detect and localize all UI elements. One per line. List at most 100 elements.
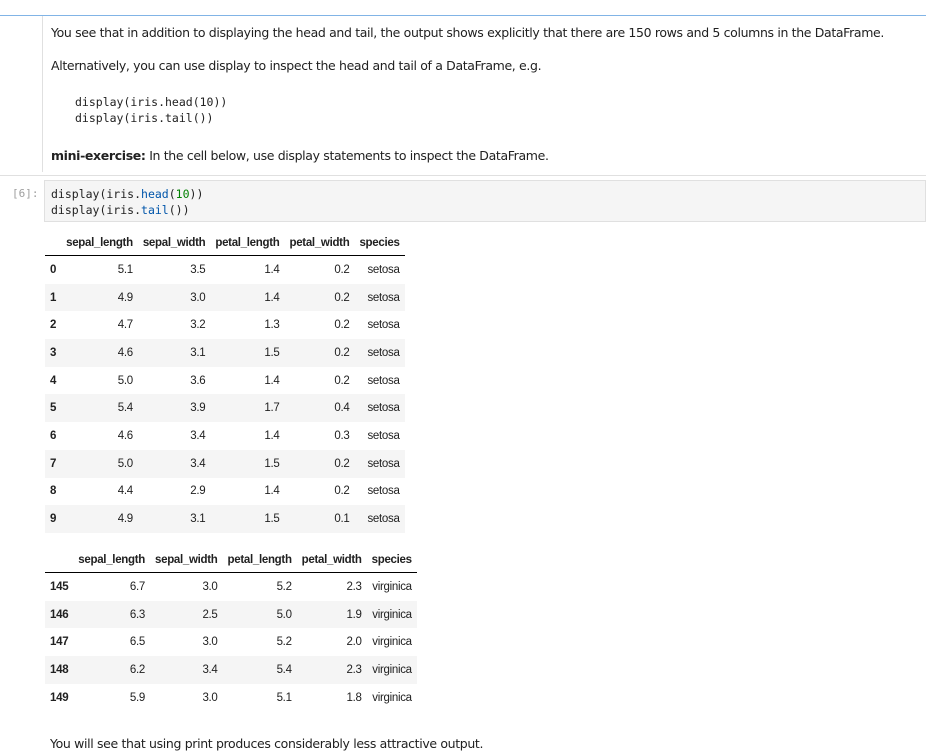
column-header: petal_length <box>222 548 297 573</box>
table-cell: 1.5 <box>264 457 280 470</box>
row-index: 8 <box>50 485 57 498</box>
row-index: 2 <box>50 319 57 332</box>
table-cell: 2.0 <box>346 636 362 649</box>
column-header: sepal_width <box>137 231 211 256</box>
table-cell: 4.7 <box>117 319 133 332</box>
table-cell: setosa <box>367 429 400 442</box>
table-row: 4 5.0 3.6 1.4 0.2 setosa <box>45 367 405 395</box>
table-cell: 3.0 <box>202 691 218 704</box>
dataframe-head-table: sepal_length sepal_width petal_length petal… <box>45 231 405 533</box>
table-cell: 1.4 <box>264 263 280 276</box>
index-header <box>45 231 62 256</box>
row-index: 148 <box>50 663 69 676</box>
table-cell: 5.0 <box>117 374 133 387</box>
table-cell: setosa <box>367 513 400 526</box>
markdown-cell[interactable]: You see that in addition to displaying t… <box>42 16 926 172</box>
table-cell: 1.9 <box>346 608 362 621</box>
table-cell: 3.0 <box>202 636 218 649</box>
column-header: petal_width <box>284 231 355 256</box>
table-cell: 4.4 <box>117 485 133 498</box>
table-row: 3 4.6 3.1 1.5 0.2 setosa <box>45 339 405 367</box>
table-cell: 1.7 <box>264 402 280 415</box>
table-cell: 5.4 <box>117 402 133 415</box>
table-cell: 0.3 <box>334 429 350 442</box>
table-row: 1 4.9 3.0 1.4 0.2 setosa <box>45 283 405 312</box>
table-row: 145 6.7 3.0 5.2 2.3 virginica <box>45 573 417 601</box>
table-cell: setosa <box>367 263 400 276</box>
table-cell: 0.4 <box>334 402 350 415</box>
column-header: sepal_width <box>150 548 223 573</box>
column-header: sepal_length <box>73 548 150 573</box>
table-cell: 5.0 <box>117 457 133 470</box>
table-cell: 2.5 <box>202 608 218 621</box>
table-cell: virginica <box>372 663 412 676</box>
exercise-paragraph: mini-exercise: In the cell below, use di… <box>51 148 549 163</box>
row-index: 9 <box>50 513 57 526</box>
table-cell: 0.2 <box>334 263 350 276</box>
table-cell: 1.8 <box>346 691 362 704</box>
table-cell: 3.2 <box>190 319 206 332</box>
index-header <box>45 548 74 573</box>
table-row: 147 6.5 3.0 5.2 2.0 virginica <box>45 628 417 656</box>
markdown-paragraph: Alternatively, you can use display to in… <box>51 58 542 73</box>
table-cell: 3.4 <box>190 429 206 442</box>
row-index: 145 <box>50 580 69 593</box>
table-cell: 0.2 <box>334 291 350 304</box>
table-cell: 5.1 <box>117 263 133 276</box>
table-cell: 5.0 <box>276 608 292 621</box>
table-cell: 3.4 <box>190 457 206 470</box>
table-row: 5 5.4 3.9 1.7 0.4 setosa <box>45 394 405 423</box>
cell-divider <box>0 175 926 176</box>
table-cell: 3.1 <box>190 513 206 526</box>
table-cell: 3.1 <box>190 346 206 359</box>
row-index: 4 <box>50 374 57 387</box>
column-header: sepal_length <box>61 231 138 256</box>
code-line: display(iris.head(10)) <box>51 187 204 201</box>
markdown-code-line: display(iris.tail()) <box>75 111 214 125</box>
table-cell: virginica <box>372 580 412 593</box>
markdown-paragraph: You will see that using print produces c… <box>50 736 484 751</box>
table-row: 2 4.7 3.2 1.3 0.2 setosa <box>45 311 405 339</box>
table-cell: 5.2 <box>276 580 292 593</box>
table-cell: setosa <box>367 319 400 332</box>
table-cell: 1.4 <box>264 291 280 304</box>
table-header-row: sepal_length sepal_width petal_length petal… <box>45 548 417 573</box>
table-cell: setosa <box>367 346 400 359</box>
table-cell: 1.5 <box>264 346 280 359</box>
table-cell: 6.2 <box>129 663 145 676</box>
table-header-row: sepal_length sepal_width petal_length petal… <box>45 231 405 256</box>
table-row: 8 4.4 2.9 1.4 0.2 setosa <box>45 478 405 506</box>
table-cell: virginica <box>372 636 412 649</box>
table-cell: 6.5 <box>129 636 145 649</box>
table-cell: 0.2 <box>334 374 350 387</box>
row-index: 5 <box>50 402 57 415</box>
table-cell: 4.9 <box>117 291 133 304</box>
row-index: 1 <box>50 291 57 304</box>
table-cell: setosa <box>367 485 400 498</box>
dataframe-tail-table: sepal_length sepal_width petal_length petal… <box>45 548 417 711</box>
markdown-code-line: display(iris.head(10)) <box>75 95 228 109</box>
table-row: 6 4.6 3.4 1.4 0.3 setosa <box>45 422 405 450</box>
column-header: petal_width <box>296 548 367 573</box>
table-cell: 2.3 <box>346 580 362 593</box>
table-cell: 0.2 <box>334 485 350 498</box>
exercise-text: In the cell below, use display statement… <box>145 148 549 163</box>
execution-count: [6]: <box>12 187 39 200</box>
table-cell: 3.5 <box>190 263 206 276</box>
code-cell-editor[interactable]: display(iris.head(10)) display(iris.tail… <box>44 180 926 222</box>
row-index: 3 <box>50 346 57 359</box>
exercise-label: mini-exercise: <box>51 148 146 163</box>
row-index: 7 <box>50 457 57 470</box>
table-cell: 2.3 <box>346 663 362 676</box>
column-header: species <box>366 548 417 573</box>
table-row: 146 6.3 2.5 5.0 1.9 virginica <box>45 600 417 629</box>
table-cell: virginica <box>372 608 412 621</box>
table-cell: 3.0 <box>190 291 206 304</box>
table-cell: 5.2 <box>276 636 292 649</box>
table-cell: 4.6 <box>117 346 133 359</box>
table-cell: setosa <box>367 402 400 415</box>
markdown-paragraph: You see that in addition to displaying t… <box>51 25 885 40</box>
table-cell: 6.7 <box>129 580 145 593</box>
table-cell: 0.1 <box>334 513 350 526</box>
table-cell: 2.9 <box>190 485 206 498</box>
